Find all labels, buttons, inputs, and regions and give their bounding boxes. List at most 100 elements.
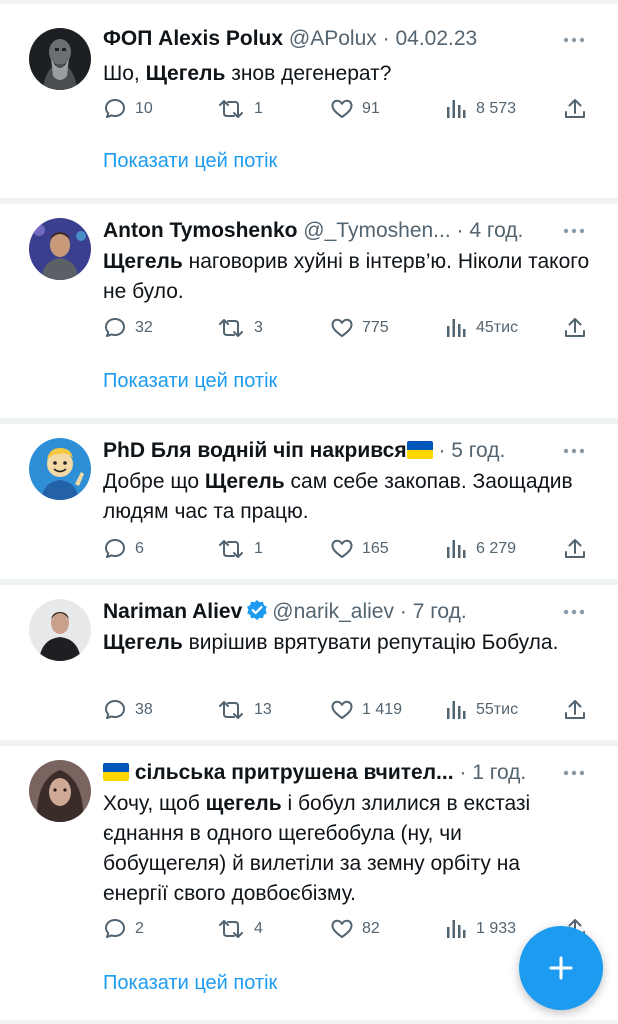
avatar[interactable] [29, 438, 91, 500]
more-dots-icon[interactable] [562, 28, 586, 52]
reply-button[interactable]: 38 [103, 696, 153, 724]
tweet-text: Добре що Щегель сам себе закопав. Заощад… [103, 467, 590, 527]
like-button[interactable]: 165 [330, 535, 389, 563]
bar-chart-icon [447, 920, 466, 938]
separator-dot: · [438, 439, 446, 462]
avatar[interactable] [29, 28, 91, 90]
speech-bubble-icon [105, 99, 125, 118]
timestamp[interactable]: 7 год. [413, 600, 467, 623]
bottom-divider [0, 1020, 618, 1024]
text-part: вирішив врятувати репутацію Бобула. [182, 631, 559, 654]
author-name[interactable]: Anton Tymoshenko [103, 219, 297, 242]
like-button[interactable]: 775 [330, 314, 389, 342]
more-dots-icon[interactable] [562, 761, 586, 785]
more-dots-icon[interactable] [562, 439, 586, 463]
text-bold: Щегель [145, 62, 226, 85]
view-count: 6 279 [476, 540, 517, 557]
tweet-header: Nariman Aliev @narik_aliev · 7 год. [103, 597, 548, 627]
retweet-button[interactable]: 13 [216, 696, 272, 724]
views-button[interactable]: 6 279 [444, 535, 516, 563]
author-handle[interactable]: @narik_aliev [272, 600, 394, 623]
view-count: 8 573 [476, 100, 517, 117]
retweet-button[interactable]: 4 [216, 915, 263, 943]
author-name[interactable]: сільська притрушена вчител... [135, 761, 454, 784]
share-button[interactable] [563, 314, 595, 342]
reply-button[interactable]: 6 [103, 535, 144, 563]
retweet-button[interactable]: 1 [216, 535, 263, 563]
heart-icon [331, 539, 353, 558]
like-button[interactable]: 82 [330, 915, 380, 943]
author-name[interactable]: ФОП Alexis Polux [103, 27, 283, 50]
like-count: 1 419 [362, 701, 403, 718]
more-dots-icon[interactable] [562, 600, 586, 624]
tweet-1[interactable]: ФОП Alexis Polux @APolux · 04.02.23 Шо, … [0, 4, 618, 202]
timestamp[interactable]: 5 год. [451, 439, 505, 462]
tweet-actions: 10 1 91 8 573 [103, 95, 593, 123]
tweet-text: Щегель наговорив хуйні в інтерв’ю. Нікол… [103, 247, 590, 307]
share-button[interactable] [563, 95, 595, 123]
show-thread-link[interactable]: Показати цей потік [103, 150, 277, 173]
text-bold: Щегель [204, 470, 285, 493]
text-part: Добре що [103, 470, 205, 493]
tweet-header: Anton Tymoshenko @_Tymoshen... · 4 год. [103, 216, 548, 246]
views-button[interactable]: 55тис [444, 696, 518, 724]
avatar-image [29, 218, 91, 280]
tweet-text: Шо, Щегель знов дегенерат? [103, 59, 590, 89]
like-count: 91 [362, 100, 380, 117]
bar-chart-icon [447, 319, 466, 337]
speech-bubble-icon [105, 919, 125, 938]
timestamp[interactable]: 1 год. [472, 761, 526, 784]
retweet-count: 4 [254, 920, 263, 937]
speech-bubble-icon [105, 700, 125, 719]
like-button[interactable]: 91 [330, 95, 380, 123]
text-part: знов дегенерат? [225, 62, 392, 85]
separator-dot: · [459, 761, 467, 784]
retweet-button[interactable]: 1 [216, 95, 263, 123]
separator-dot: · [382, 27, 390, 50]
retweet-arrows-icon [219, 100, 243, 118]
more-dots-icon[interactable] [562, 219, 586, 243]
tweet-3[interactable]: PhD Бля водній чіп накрився · 5 год. Доб… [0, 424, 618, 580]
show-thread-link[interactable]: Показати цей потік [103, 370, 277, 393]
avatar[interactable] [29, 599, 91, 661]
compose-button[interactable] [519, 926, 603, 1010]
reply-button[interactable]: 10 [103, 95, 153, 123]
author-handle[interactable]: @_Tymoshen... [303, 219, 450, 242]
timestamp[interactable]: 4 год. [469, 219, 523, 242]
bar-chart-icon [447, 540, 466, 558]
author-name[interactable]: Nariman Aliev [103, 600, 242, 623]
views-button[interactable]: 8 573 [444, 95, 516, 123]
views-button[interactable]: 45тис [444, 314, 518, 342]
share-upload-icon [565, 539, 585, 558]
tweet-4[interactable]: Nariman Aliev @narik_aliev · 7 год. Щегел… [0, 585, 618, 741]
retweet-button[interactable]: 3 [216, 314, 263, 342]
reply-count: 6 [135, 540, 144, 557]
tweet-header: PhD Бля водній чіп накрився · 5 год. [103, 436, 548, 466]
author-handle[interactable]: @APolux [289, 27, 377, 50]
like-button[interactable]: 1 419 [330, 696, 402, 724]
bar-chart-icon [447, 701, 466, 719]
retweet-count: 3 [254, 319, 263, 336]
retweet-arrows-icon [219, 319, 243, 337]
retweet-count: 1 [254, 540, 263, 557]
show-thread-link[interactable]: Показати цей потік [103, 972, 277, 995]
share-button[interactable] [563, 535, 595, 563]
avatar[interactable] [29, 218, 91, 280]
tweet-text: Хочу, щоб щегель і бобул злилися в екста… [103, 789, 590, 909]
retweet-count: 13 [254, 701, 272, 718]
text-part: Шо, [103, 62, 146, 85]
avatar[interactable] [29, 760, 91, 822]
like-count: 775 [362, 319, 389, 336]
tweet-actions: 6 1 165 6 279 [103, 535, 593, 563]
tweet-2[interactable]: Anton Tymoshenko @_Tymoshen... · 4 год. … [0, 204, 618, 420]
timestamp[interactable]: 04.02.23 [395, 27, 477, 50]
share-button[interactable] [563, 696, 595, 724]
reply-button[interactable]: 32 [103, 314, 153, 342]
tweet-actions: 32 3 775 45тис [103, 314, 593, 342]
retweet-arrows-icon [219, 920, 243, 938]
author-name[interactable]: PhD Бля водній чіп накрився [103, 439, 407, 462]
avatar-image [29, 28, 91, 90]
reply-button[interactable]: 2 [103, 915, 144, 943]
views-button[interactable]: 1 933 [444, 915, 516, 943]
plus-icon [549, 956, 573, 980]
